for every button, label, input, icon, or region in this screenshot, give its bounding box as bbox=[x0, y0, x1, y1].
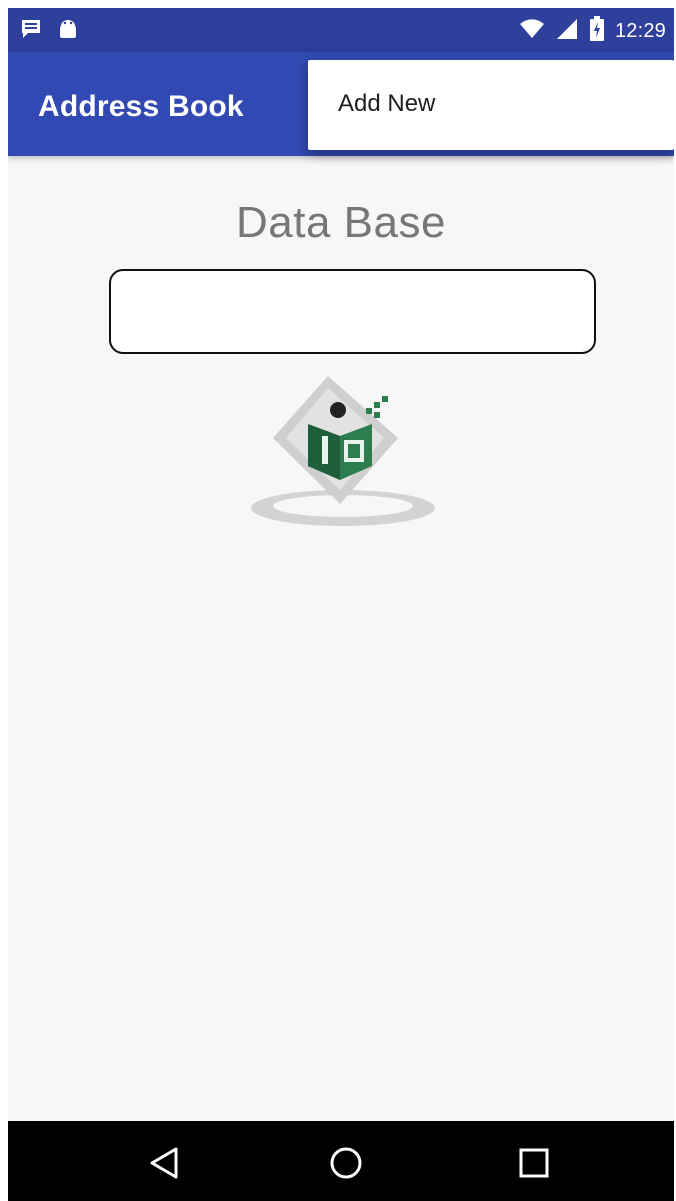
overflow-menu: Add New bbox=[308, 60, 674, 150]
navigation-bar bbox=[8, 1121, 674, 1201]
text-input-field[interactable] bbox=[109, 269, 596, 354]
message-icon bbox=[20, 18, 42, 45]
menu-item-add-new[interactable]: Add New bbox=[338, 90, 435, 118]
battery-charging-icon bbox=[589, 16, 605, 47]
app-screen: 12:29 Address Book Add New Data Base bbox=[8, 8, 674, 1201]
android-icon bbox=[58, 18, 78, 45]
signal-icon bbox=[555, 17, 579, 46]
app-title: Address Book bbox=[38, 90, 244, 123]
back-icon[interactable] bbox=[144, 1143, 184, 1183]
home-icon[interactable] bbox=[326, 1143, 366, 1183]
status-time: 12:29 bbox=[614, 20, 666, 42]
page-title: Data Base bbox=[236, 198, 446, 247]
status-bar: 12:29 bbox=[8, 8, 674, 52]
wifi-icon bbox=[519, 18, 545, 45]
tutorialspoint-logo bbox=[248, 368, 438, 538]
recents-icon[interactable] bbox=[514, 1143, 554, 1183]
